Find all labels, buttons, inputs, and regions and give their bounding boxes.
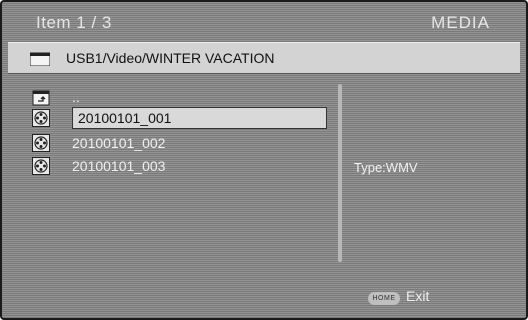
current-path: USB1/Video/WINTER VACATION <box>66 50 275 66</box>
list-item-label: 20100101_002 <box>72 135 166 151</box>
file-type-info: Type:WMV <box>354 160 418 175</box>
video-file-icon <box>32 157 50 175</box>
item-counter: Item 1 / 3 <box>36 13 112 32</box>
path-bar: USB1/Video/WINTER VACATION <box>8 42 520 74</box>
video-file-icon <box>32 109 50 127</box>
list-item-label: .. <box>72 89 80 105</box>
media-browser-screen: Item 1 / 3 MEDIA USB1/Video/WINTER VACAT… <box>0 0 528 320</box>
list-item-label: 20100101_003 <box>72 158 166 174</box>
source-label: MEDIA <box>431 13 490 32</box>
exit-label: Exit <box>406 288 430 304</box>
parent-folder-icon <box>32 90 50 106</box>
list-item-label: 20100101_001 <box>78 110 172 126</box>
folder-icon <box>30 52 50 66</box>
panel-divider <box>338 84 342 262</box>
home-button[interactable]: HOME <box>368 292 400 305</box>
video-file-icon <box>32 134 50 152</box>
